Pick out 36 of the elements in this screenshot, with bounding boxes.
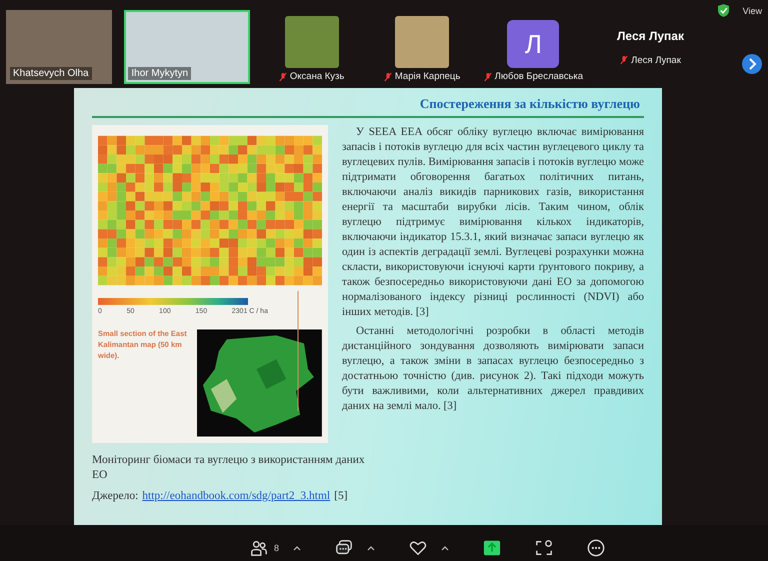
participant-tile[interactable]: Марія Карпець	[372, 10, 472, 84]
participant-count: 8	[274, 543, 280, 553]
participants-icon[interactable]	[250, 539, 268, 557]
reference-mark: [5]	[334, 490, 348, 502]
view-button[interactable]: View	[742, 6, 762, 16]
caret-icon[interactable]	[293, 546, 302, 550]
paragraph: Останні методологічні розробки в області методів дистанційного зондування дозволяють вимірювати запаси вуглецю, а також зміни в запасах вуглецю безпосередньо з достатньою точністю (див. рисунок 2). Такі підходи можуть бути важливими, коли альтернативних джерел правдивих даних на землі мало. [3]	[342, 324, 644, 414]
participant-tile[interactable]: Леся Лупак Леся Лупак	[595, 10, 706, 84]
participant-tile[interactable]: Khatsevych Olha	[6, 10, 112, 84]
participant-name: Khatsevych Olha	[10, 67, 92, 80]
participant-tile[interactable]: Л Любов Бреславська	[483, 10, 584, 84]
participant-heading: Леся Лупак	[617, 28, 684, 42]
heart-icon[interactable]	[409, 539, 428, 557]
source-link[interactable]: http://eohandbook.com/sdg/part2_3.html	[142, 490, 330, 502]
participant-name: Любов Бреславська	[494, 71, 584, 82]
participant-tile[interactable]: Ihor Mykytyn	[124, 10, 250, 84]
participant-name: Ihor Mykytyn	[128, 67, 192, 80]
next-page-icon[interactable]	[742, 54, 762, 74]
shield-icon	[718, 4, 729, 17]
paragraph: У SEEA EEA обсяг обліку вуглецю включає вимірювання запасів і потоків вуглецю для всіх частин вуглецевого циклу та вуглецевих пулів. Вимірювання запасів і потоків вуглецю може підтримати обговорення багатьох політичних питань, включаючи аналіз викидів парникових газів, використання енергії та масштаби вирубки лісів. Таким чином, облік вуглецю підтримує вимірювання кількох індикаторів, включаючи індикатор 15.3.1, який визначає запаси вуглецю як один із аспектів деградації землі. Вуглецеві розрахунки можна скласти, використовуючи існуючі карти ґрунтового покриву, а також безпосередньо використовуючи дані ЕО за допомогою нормалізованого індексу різниці рослинності (NDVI) або інших методів. [3]	[342, 125, 644, 320]
caret-icon[interactable]	[441, 546, 450, 550]
apps-icon[interactable]	[535, 539, 554, 557]
slide-title: Спостереження за кількістю вуглецю	[420, 96, 641, 112]
participant-name: Леся Лупак	[631, 54, 681, 66]
photo-placeholder	[284, 16, 339, 68]
more-icon[interactable]	[587, 539, 606, 557]
participant-tile[interactable]: Оксана Кузь	[262, 10, 361, 84]
caret-icon[interactable]	[367, 546, 376, 550]
chat-icon[interactable]	[335, 539, 354, 557]
source-label: Джерело:	[92, 490, 138, 502]
share-screen-icon[interactable]	[483, 539, 502, 557]
participant-name: Оксана Кузь	[290, 71, 344, 82]
figure-caption: Моніторинг біомаси та вуглецю з використанням даних ЕО	[92, 453, 366, 483]
photo-placeholder	[395, 16, 450, 68]
participant-name: Марія Карпець	[394, 71, 460, 82]
avatar: Л	[507, 20, 560, 68]
